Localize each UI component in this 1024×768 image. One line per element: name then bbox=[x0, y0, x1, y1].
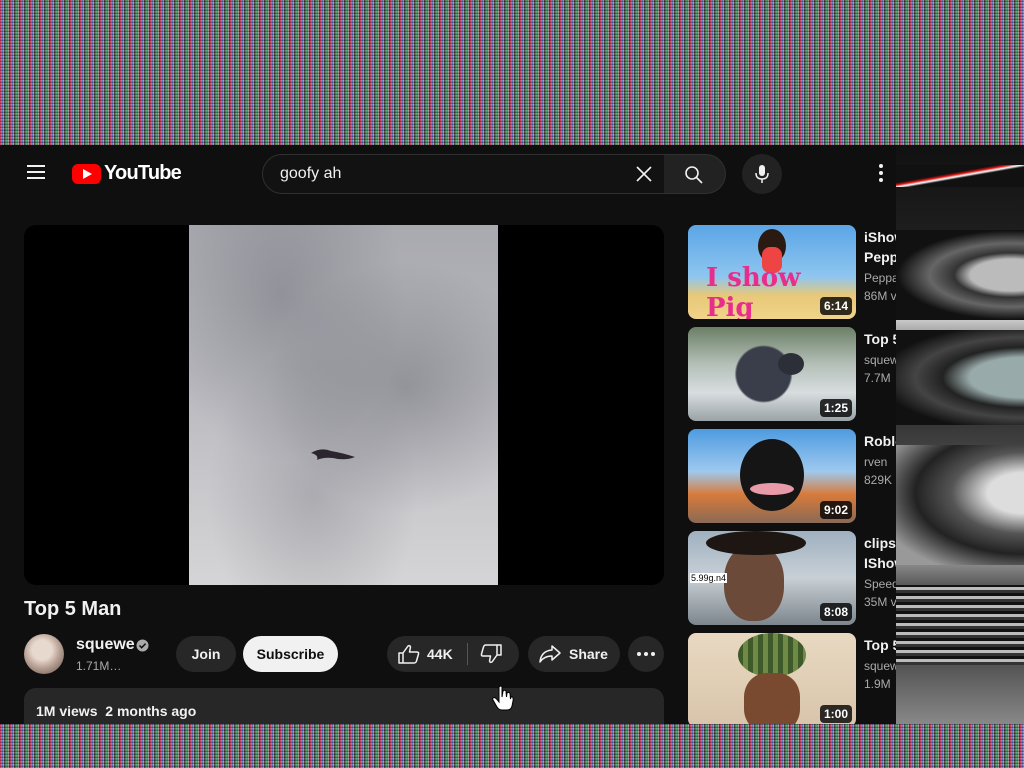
share-icon bbox=[539, 645, 561, 663]
like-count: 44K bbox=[427, 646, 453, 662]
video-thumbnail: I show Pig 6:14 bbox=[688, 225, 856, 319]
video-duration: 8:08 bbox=[819, 603, 852, 621]
more-actions-button[interactable] bbox=[628, 636, 664, 672]
subscribe-label: Subscribe bbox=[256, 646, 325, 662]
video-thumbnail: 1:25 bbox=[688, 327, 856, 421]
subscribe-button[interactable]: Subscribe bbox=[243, 636, 338, 672]
video-player[interactable] bbox=[24, 225, 664, 585]
recommended-video[interactable]: 5.99g.n4 8:08 clips IShow Speed 35M v bbox=[688, 531, 896, 625]
microphone-icon bbox=[755, 165, 769, 183]
thumbnail-overlay-text: 5.99g.n4 bbox=[690, 573, 728, 583]
recommended-video[interactable]: 9:02 Roblo rven 829K bbox=[688, 429, 896, 523]
dislike-button[interactable] bbox=[469, 636, 519, 672]
recommended-video[interactable]: I show Pig 6:14 iShow Pepp Peppa 86M v bbox=[688, 225, 896, 319]
verified-icon bbox=[136, 639, 149, 652]
recommended-views: 35M v bbox=[864, 595, 896, 609]
recommended-title: Top 5 bbox=[864, 331, 896, 347]
video-frame bbox=[189, 225, 498, 585]
menu-icon[interactable] bbox=[20, 161, 52, 185]
youtube-logo[interactable]: YouTube bbox=[72, 162, 182, 185]
thumbs-up-icon bbox=[398, 644, 420, 664]
search-icon bbox=[685, 166, 703, 184]
subscriber-count: 1.71M… bbox=[76, 659, 122, 673]
upload-age: 2 months ago bbox=[105, 703, 197, 719]
recommended-channel: squew bbox=[864, 353, 896, 367]
recommended-channel: Peppa bbox=[864, 271, 896, 285]
voice-search-button[interactable] bbox=[742, 154, 782, 194]
youtube-play-icon bbox=[72, 163, 101, 184]
recommended-title: Top 5 bbox=[864, 637, 896, 653]
description-box[interactable]: 1M views 2 months ago bbox=[24, 688, 664, 724]
join-button[interactable]: Join bbox=[176, 636, 236, 672]
video-thumbnail: 1:00 bbox=[688, 633, 856, 724]
hand-cursor-icon bbox=[492, 685, 514, 711]
video-duration: 1:00 bbox=[819, 705, 852, 723]
channel-name[interactable]: squewe bbox=[76, 636, 135, 654]
recommended-title: iShow Pepp bbox=[864, 229, 896, 265]
video-duration: 9:02 bbox=[819, 501, 852, 519]
recommended-views: 829K bbox=[864, 473, 893, 487]
video-duration: 1:25 bbox=[819, 399, 852, 417]
recommended-channel: Speed bbox=[864, 577, 896, 591]
recommended-video[interactable]: 1:25 Top 5 squew 7.7M bbox=[688, 327, 896, 421]
logo-text: YouTube bbox=[104, 162, 182, 184]
search-box[interactable] bbox=[262, 154, 666, 194]
recommended-views: 1.9M bbox=[864, 677, 891, 691]
top-header: YouTube bbox=[0, 145, 896, 201]
thumbs-down-icon bbox=[480, 644, 502, 664]
recommended-channel: squew bbox=[864, 659, 896, 673]
like-button[interactable]: 44K bbox=[387, 636, 467, 672]
recommended-title: Roblo bbox=[864, 433, 896, 449]
video-title: Top 5 Man bbox=[24, 598, 122, 620]
share-label: Share bbox=[569, 646, 608, 662]
search-input[interactable] bbox=[278, 164, 622, 184]
clear-search-icon[interactable] bbox=[635, 165, 653, 183]
like-dislike-bar: 44K bbox=[387, 636, 519, 672]
recommended-video[interactable]: 1:00 Top 5 squew 1.9M bbox=[688, 633, 896, 724]
recommended-title: clips IShow bbox=[864, 535, 896, 571]
settings-more-icon[interactable] bbox=[866, 161, 896, 185]
youtube-window: YouTube Top bbox=[0, 145, 896, 724]
join-label: Join bbox=[191, 646, 221, 662]
share-button[interactable]: Share bbox=[528, 636, 620, 672]
channel-avatar[interactable] bbox=[24, 634, 64, 674]
search-button[interactable] bbox=[664, 154, 726, 194]
recommended-channel: rven bbox=[864, 455, 888, 469]
video-duration: 6:14 bbox=[819, 297, 852, 315]
flying-creature-image bbox=[311, 449, 355, 460]
view-count: 1M views bbox=[36, 703, 98, 719]
video-thumbnail: 9:02 bbox=[688, 429, 856, 523]
recommended-views: 86M v bbox=[864, 289, 896, 303]
video-thumbnail: 5.99g.n4 8:08 bbox=[688, 531, 856, 625]
like-divider bbox=[467, 643, 468, 665]
view-stats: 1M views 2 months ago bbox=[36, 703, 196, 719]
recommended-views: 7.7M bbox=[864, 371, 891, 385]
distorted-screen-edge bbox=[896, 145, 1024, 724]
